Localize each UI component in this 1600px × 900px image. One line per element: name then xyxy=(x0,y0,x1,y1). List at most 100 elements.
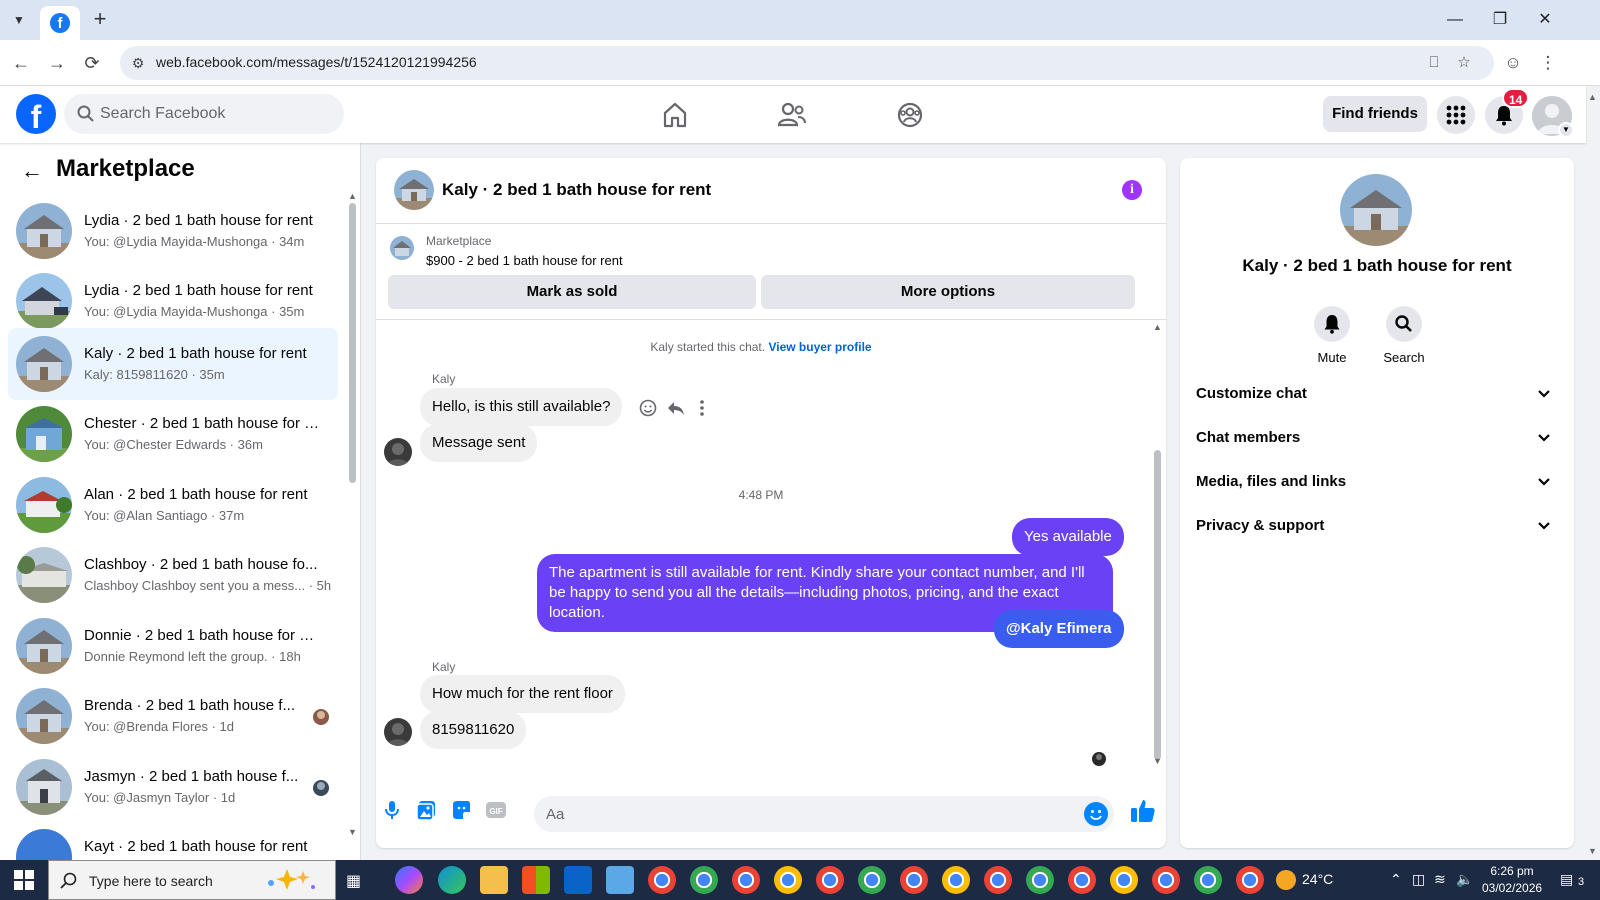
listing-thumbnail-icon[interactable] xyxy=(390,236,414,260)
incoming-message[interactable]: Hello, is this still available? xyxy=(420,388,623,426)
bookmark-star-icon[interactable]: ☆ xyxy=(1454,53,1474,73)
desktop-app-icon[interactable] xyxy=(606,866,634,894)
conversation-item[interactable]: Donnie · 2 bed 1 bath house for … Donnie… xyxy=(8,610,338,682)
chrome-app-icon[interactable] xyxy=(1068,866,1096,894)
sender-avatar[interactable] xyxy=(384,438,412,466)
chrome-app-icon[interactable] xyxy=(690,866,718,894)
mute-button[interactable]: Mute xyxy=(1297,306,1367,365)
account-chevron-down-icon[interactable]: ▼ xyxy=(1558,122,1574,138)
sidebar-scroll-up-icon[interactable]: ▲ xyxy=(348,191,357,201)
close-window-icon[interactable]: ✕ xyxy=(1530,8,1560,32)
weather-sun-icon[interactable] xyxy=(1276,870,1296,890)
thumbs-up-icon[interactable] xyxy=(1128,796,1158,826)
chat-scroll-up-icon[interactable]: ▲ xyxy=(1153,322,1162,332)
back-arrow-icon[interactable]: ← xyxy=(18,157,46,185)
chat-members-section[interactable]: Chat members xyxy=(1196,419,1558,459)
wifi-icon[interactable]: ≋ xyxy=(1434,871,1446,888)
conversation-item[interactable]: Chester · 2 bed 1 bath house for … You: … xyxy=(8,398,338,470)
home-icon[interactable] xyxy=(658,98,692,132)
search-facebook-input[interactable] xyxy=(100,94,330,134)
show-hidden-icons-icon[interactable]: ⌃ xyxy=(1390,871,1402,888)
chat-title[interactable]: Kaly · 2 bed 1 bath house for rent xyxy=(442,180,711,200)
omnibox[interactable]: ⚙ web.facebook.com/messages/t/1524120121… xyxy=(120,46,1494,80)
taskbar-clock[interactable]: 6:26 pm 03/02/2026 xyxy=(1482,863,1542,897)
incoming-message[interactable]: 8159811620 xyxy=(420,711,527,749)
chrome-app-icon[interactable] xyxy=(1194,866,1222,894)
chrome-menu-icon[interactable]: ⋮ xyxy=(1535,50,1561,76)
friends-icon[interactable] xyxy=(775,98,809,132)
find-friends-button[interactable]: Find friends xyxy=(1323,96,1427,132)
view-buyer-profile-link[interactable]: View buyer profile xyxy=(768,340,871,354)
more-vertical-icon[interactable] xyxy=(692,398,712,418)
restore-window-icon[interactable]: ❐ xyxy=(1485,8,1515,32)
groups-icon[interactable] xyxy=(893,98,927,132)
chrome-app-icon[interactable] xyxy=(858,866,886,894)
chat-details-avatar[interactable] xyxy=(1340,174,1412,246)
reload-icon[interactable]: ⟳ xyxy=(79,50,105,76)
chrome-app-icon[interactable] xyxy=(1026,866,1054,894)
incoming-message[interactable]: How much for the rent floor xyxy=(420,675,625,713)
outgoing-mention-message[interactable]: @Kaly Efimera xyxy=(994,610,1124,648)
message-input-wrapper[interactable] xyxy=(534,796,1114,832)
page-scroll-down-icon[interactable]: ▼ xyxy=(1588,846,1597,856)
url-text[interactable]: web.facebook.com/messages/t/152412012199… xyxy=(156,54,477,70)
chrome-app-icon[interactable] xyxy=(900,866,928,894)
react-emoji-icon[interactable] xyxy=(638,398,658,418)
chrome-app-icon[interactable] xyxy=(648,866,676,894)
chat-scrollbar[interactable] xyxy=(1154,450,1161,760)
conversation-item[interactable]: Kayt · 2 bed 1 bath house for rent xyxy=(8,821,338,860)
conversation-item[interactable]: Clashboy · 2 bed 1 bath house fo... Clas… xyxy=(8,539,338,611)
search-magnifier-icon[interactable] xyxy=(1386,306,1422,342)
new-tab-button[interactable]: + xyxy=(88,8,112,32)
incoming-message[interactable]: Message sent xyxy=(420,424,538,462)
edge-app-icon[interactable] xyxy=(438,866,466,894)
privacy-support-section[interactable]: Privacy & support xyxy=(1196,507,1558,547)
mute-bell-icon[interactable] xyxy=(1314,306,1350,342)
profile-icon[interactable]: ☺ xyxy=(1500,50,1526,76)
chrome-app-icon[interactable] xyxy=(774,866,802,894)
outlook-app-icon[interactable] xyxy=(564,866,592,894)
conversation-item[interactable]: Lydia · 2 bed 1 bath house for rent You:… xyxy=(8,265,338,337)
sender-avatar[interactable] xyxy=(384,718,412,746)
back-icon[interactable]: ← xyxy=(8,50,34,76)
reply-icon[interactable] xyxy=(666,398,686,418)
chrome-app-icon[interactable] xyxy=(1236,866,1264,894)
media-files-links-section[interactable]: Media, files and links xyxy=(1196,463,1558,503)
chrome-app-icon[interactable] xyxy=(984,866,1012,894)
more-options-button[interactable]: More options xyxy=(761,275,1135,309)
chrome-app-icon[interactable] xyxy=(1152,866,1180,894)
copilot-app-icon[interactable] xyxy=(395,866,423,894)
mark-as-sold-button[interactable]: Mark as sold xyxy=(388,275,756,309)
customize-chat-section[interactable]: Customize chat xyxy=(1196,375,1558,415)
chrome-app-icon[interactable] xyxy=(942,866,970,894)
sidebar-scrollbar[interactable] xyxy=(349,203,356,483)
browser-tab-facebook[interactable]: f xyxy=(40,6,80,40)
conversation-item-active[interactable]: Kaly · 2 bed 1 bath house for rent Kaly:… xyxy=(8,328,338,400)
battery-icon[interactable]: ◫ xyxy=(1412,871,1425,888)
windows-start-icon[interactable] xyxy=(14,870,34,890)
chrome-app-icon[interactable] xyxy=(1110,866,1138,894)
file-explorer-icon[interactable] xyxy=(480,866,508,894)
gif-icon[interactable]: GIF xyxy=(484,798,508,822)
chat-avatar[interactable] xyxy=(394,170,434,210)
volume-icon[interactable]: 🔈 xyxy=(1456,871,1473,888)
facebook-logo-icon[interactable]: f xyxy=(16,94,56,134)
taskbar-search-text[interactable]: Type here to search xyxy=(89,873,213,889)
install-app-icon[interactable]: ⎕ xyxy=(1424,53,1444,73)
action-center-icon[interactable]: ▤ xyxy=(1560,871,1573,888)
minimize-window-icon[interactable]: — xyxy=(1440,8,1470,32)
emoji-icon[interactable] xyxy=(1084,802,1108,826)
task-view-icon[interactable]: ▦ xyxy=(346,871,361,891)
conversation-item[interactable]: Lydia · 2 bed 1 bath house for rent You:… xyxy=(8,195,338,267)
sticker-icon[interactable] xyxy=(449,798,473,822)
conversation-item[interactable]: Jasmyn · 2 bed 1 bath house f... You: @J… xyxy=(8,751,338,823)
chat-scroll-down-icon[interactable]: ▼ xyxy=(1153,756,1162,766)
message-input[interactable] xyxy=(546,796,1066,832)
photo-icon[interactable] xyxy=(414,798,438,822)
chrome-app-icon[interactable] xyxy=(732,866,760,894)
listing-title[interactable]: $900 - 2 bed 1 bath house for rent xyxy=(426,253,623,268)
outgoing-message[interactable]: Yes available xyxy=(1012,518,1124,556)
microphone-icon[interactable] xyxy=(380,798,404,822)
search-in-chat-button[interactable]: Search xyxy=(1369,306,1439,365)
page-scroll-up-icon[interactable]: ▲ xyxy=(1588,92,1597,102)
